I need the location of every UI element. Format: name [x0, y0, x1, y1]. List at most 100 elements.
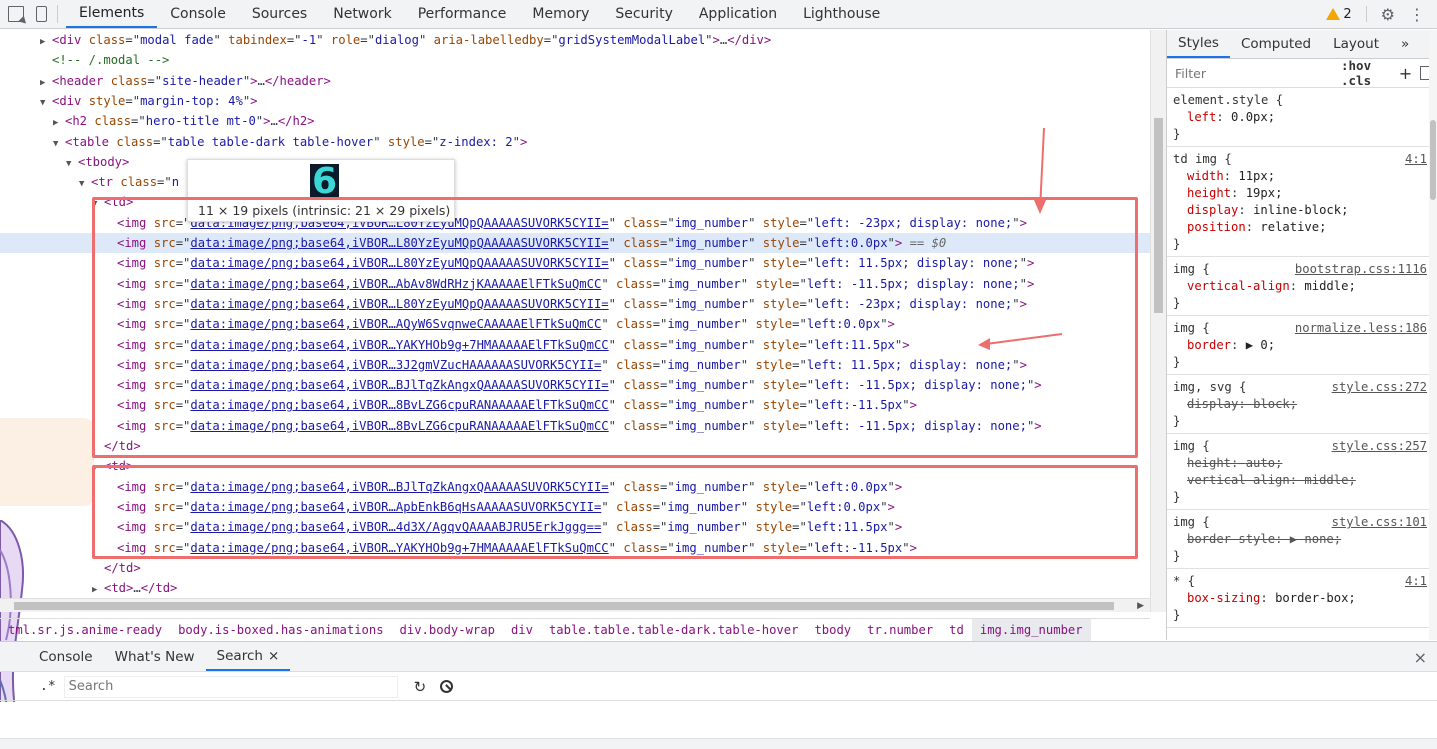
property-name[interactable]: display [1187, 397, 1238, 411]
rule-selector[interactable]: img { [1173, 321, 1210, 335]
breadcrumb-item[interactable]: td [941, 619, 972, 641]
style-property[interactable]: display: block; [1173, 396, 1431, 413]
styles-tab-layout[interactable]: Layout [1322, 30, 1390, 58]
breadcrumb-item[interactable]: tml.sr.js.anime-ready [0, 619, 170, 641]
refresh-icon[interactable]: ↻ [414, 678, 427, 696]
property-name[interactable]: vertical-align [1187, 473, 1290, 487]
property-value[interactable]: 11px; [1238, 169, 1275, 183]
property-value[interactable]: inline-block; [1253, 203, 1348, 217]
rule-source-link[interactable]: 4:1 [1405, 573, 1427, 590]
breadcrumb-item[interactable]: table.table.table-dark.table-hover [541, 619, 806, 641]
rule-source-link[interactable]: bootstrap.css:1116 [1295, 261, 1427, 278]
breadcrumb-item[interactable]: body.is-boxed.has-animations [170, 619, 391, 641]
styles-filter-input[interactable] [1173, 63, 1333, 83]
tab-console[interactable]: Console [157, 0, 239, 28]
property-name[interactable]: height [1187, 186, 1231, 200]
collapse-triangle-icon[interactable]: ▼ [53, 134, 65, 154]
property-value[interactable]: middle; [1304, 473, 1355, 487]
regex-toggle[interactable]: .* [40, 679, 56, 694]
style-property[interactable]: left: 0.0px; [1173, 109, 1431, 126]
dom-node-line[interactable]: ▶ <h2 class="hero-title mt-0">…</h2> [0, 111, 1150, 131]
property-value[interactable]: ▶ 0; [1246, 338, 1275, 352]
dom-node-line[interactable]: </td> [0, 558, 1150, 578]
more-options-icon[interactable]: ⋮ [1409, 5, 1425, 24]
tab-application[interactable]: Application [686, 0, 790, 28]
tab-network[interactable]: Network [320, 0, 404, 28]
property-value[interactable]: 0.0px; [1231, 110, 1275, 124]
styles-tab-styles[interactable]: Styles [1167, 30, 1230, 58]
dom-node-line[interactable]: ▼ <tr class="n [0, 172, 1150, 192]
breadcrumb-item[interactable]: tr.number [859, 619, 941, 641]
dom-node-line[interactable]: ▶ <header class="site-header">…</header> [0, 71, 1150, 91]
property-name[interactable]: border [1187, 338, 1231, 352]
property-name[interactable]: width [1187, 169, 1224, 183]
property-value[interactable]: auto; [1246, 456, 1283, 470]
style-property[interactable]: vertical-align: middle; [1173, 278, 1431, 295]
scroll-right-icon[interactable]: ▶ [1137, 599, 1144, 613]
dom-node-line[interactable]: <!-- /.modal --> [0, 50, 1150, 70]
property-name[interactable]: position [1187, 220, 1246, 234]
style-property[interactable]: width: 11px; [1173, 168, 1431, 185]
property-value[interactable]: relative; [1260, 220, 1326, 234]
rule-selector[interactable]: td img { [1173, 152, 1232, 166]
more-tabs-icon[interactable]: » [1390, 30, 1420, 58]
close-drawer-icon[interactable]: × [1414, 648, 1427, 667]
rule-source-link[interactable]: style.css:272 [1332, 379, 1427, 396]
drawer-tab-search[interactable]: Search × [205, 642, 291, 671]
property-name[interactable]: vertical-align [1187, 279, 1290, 293]
breadcrumb-item[interactable]: div.body-wrap [392, 619, 503, 641]
tab-performance[interactable]: Performance [405, 0, 520, 28]
style-property[interactable]: vertical-align: middle; [1173, 472, 1431, 489]
rule-selector[interactable]: img { [1173, 262, 1210, 276]
style-property[interactable]: box-sizing: border-box; [1173, 590, 1431, 607]
tab-lighthouse[interactable]: Lighthouse [790, 0, 893, 28]
rule-source-link[interactable]: style.css:101 [1332, 514, 1427, 531]
breadcrumb-item[interactable]: img.img_number [971, 618, 1091, 641]
dom-node-line[interactable]: ▼ <tbody> [0, 152, 1150, 172]
hov-cls-toggle[interactable]: :hov .cls [1341, 58, 1391, 88]
close-tab-icon[interactable]: × [268, 648, 279, 664]
collapse-triangle-icon[interactable]: ▼ [40, 93, 52, 113]
dom-node-line[interactable]: ▼ <div style="margin-top: 4%"> [0, 91, 1150, 111]
elements-horizontal-scrollbar[interactable]: ▶ [0, 598, 1150, 612]
horizontal-scroll-thumb[interactable] [14, 602, 1114, 610]
dom-node-line[interactable]: ▼ <table class="table table-dark table-ho… [0, 132, 1150, 152]
property-value[interactable]: ▶ none; [1290, 532, 1341, 546]
settings-gear-icon[interactable]: ⚙ [1381, 5, 1395, 24]
dom-node-line[interactable]: ▶ <div class="modal fade" tabindex="-1" r… [0, 30, 1150, 50]
collapse-triangle-icon[interactable]: ▼ [79, 174, 91, 194]
search-input[interactable] [63, 675, 398, 698]
drawer-tab-what-s-new[interactable]: What's New [104, 642, 206, 671]
warnings-button[interactable]: 2 [1326, 7, 1352, 22]
breadcrumb-item[interactable]: div [503, 619, 541, 641]
clear-search-icon[interactable] [440, 680, 454, 693]
new-style-rule-icon[interactable]: + [1399, 64, 1412, 83]
breadcrumb-item[interactable]: tbody [806, 619, 859, 641]
expand-triangle-icon[interactable]: ▶ [92, 580, 104, 598]
property-name[interactable]: display [1187, 203, 1238, 217]
rule-source-link[interactable]: 4:1 [1405, 151, 1427, 168]
style-property[interactable]: position: relative; [1173, 219, 1431, 236]
style-property[interactable]: border-style: ▶ none; [1173, 531, 1431, 548]
property-value[interactable]: block; [1253, 397, 1297, 411]
expand-triangle-icon[interactable]: ▶ [40, 32, 52, 52]
property-name[interactable]: box-sizing [1187, 591, 1260, 605]
elements-vertical-scrollbar[interactable] [1150, 30, 1166, 612]
styles-scrollbar[interactable] [1429, 30, 1437, 640]
rule-source-link[interactable]: normalize.less:186 [1295, 320, 1427, 337]
expand-triangle-icon[interactable]: ▶ [40, 73, 52, 93]
rule-selector[interactable]: img, svg { [1173, 380, 1246, 394]
style-property[interactable]: display: inline-block; [1173, 202, 1431, 219]
style-property[interactable]: height: auto; [1173, 455, 1431, 472]
drawer-tab-console[interactable]: Console [28, 642, 104, 671]
property-value[interactable]: middle; [1304, 279, 1355, 293]
tab-security[interactable]: Security [602, 0, 686, 28]
tab-elements[interactable]: Elements [66, 0, 158, 28]
elements-scroll-thumb[interactable] [1154, 118, 1163, 313]
property-name[interactable]: left [1187, 110, 1216, 124]
device-toggle-icon[interactable] [36, 6, 47, 22]
styles-scroll-thumb[interactable] [1430, 120, 1436, 200]
style-property[interactable]: height: 19px; [1173, 185, 1431, 202]
style-property[interactable]: border: ▶ 0; [1173, 337, 1431, 354]
collapse-triangle-icon[interactable]: ▼ [66, 154, 78, 174]
